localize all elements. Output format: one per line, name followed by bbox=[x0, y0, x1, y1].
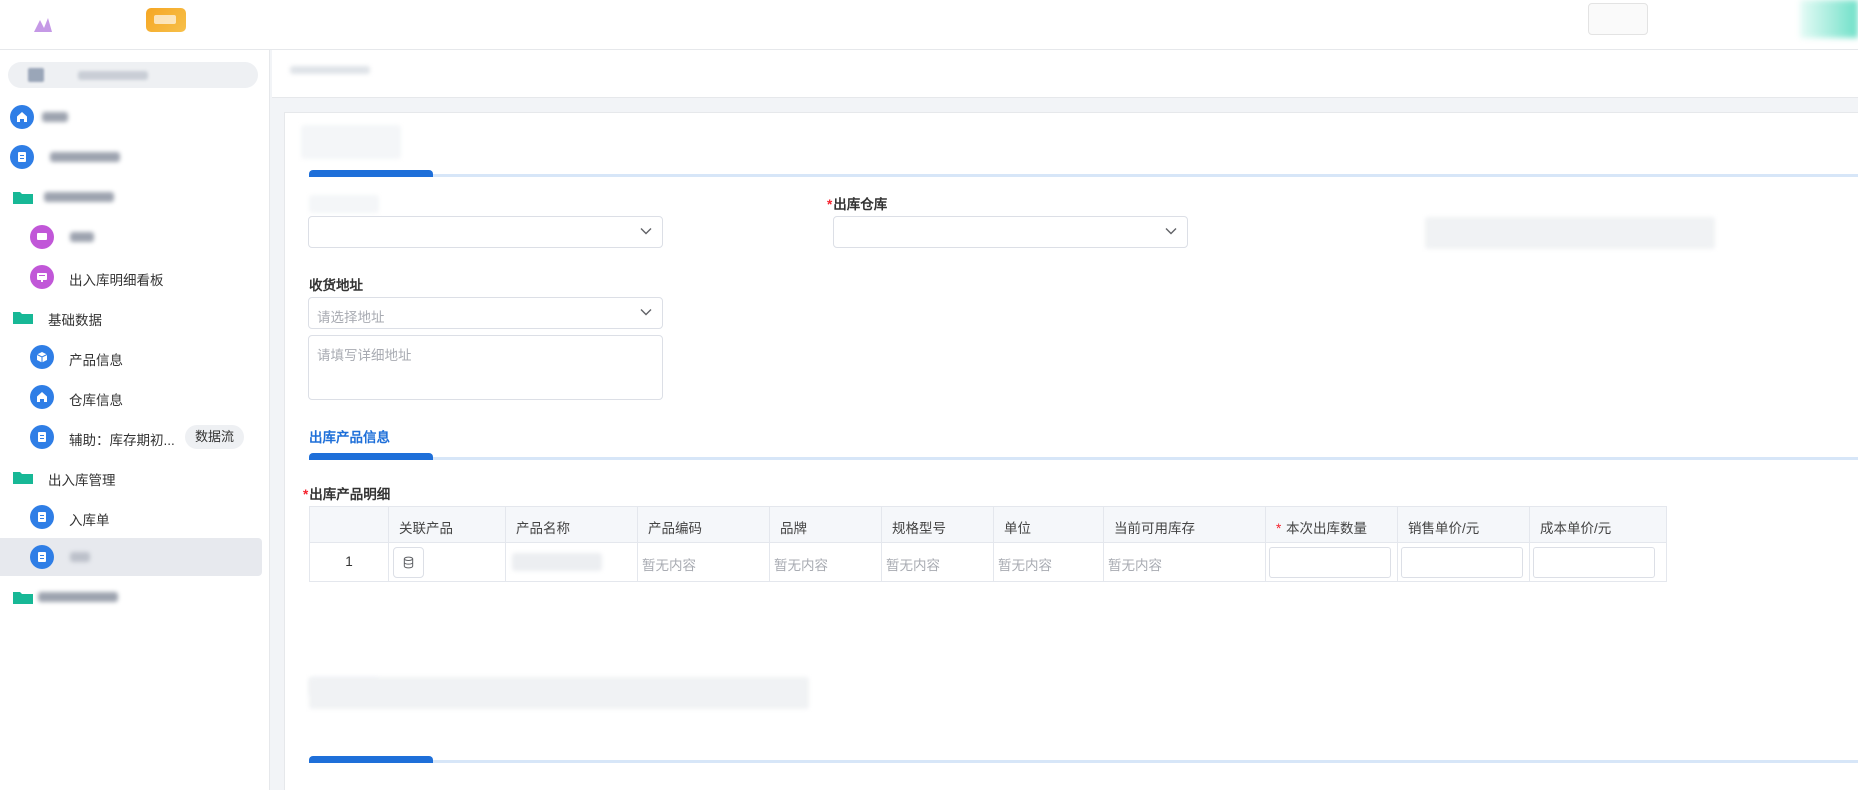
folder-icon bbox=[12, 469, 34, 485]
doc-icon bbox=[30, 505, 54, 529]
column-header: 品牌 bbox=[769, 507, 881, 542]
link-product-button[interactable] bbox=[393, 547, 424, 578]
unit-value: 暂无内容 bbox=[998, 558, 1052, 573]
chevron-down-icon bbox=[640, 309, 652, 316]
sidebar-item-inout-board[interactable]: 出入库明细看板 bbox=[0, 258, 262, 296]
product-name-cell bbox=[505, 543, 637, 581]
column-header: 规格型号 bbox=[881, 507, 993, 542]
product-code-value: 暂无内容 bbox=[642, 558, 696, 573]
column-header: * 本次出库数量 bbox=[1265, 507, 1397, 542]
address-select[interactable]: 请选择地址 bbox=[308, 297, 663, 329]
sidebar-group-label: 基础数据 bbox=[48, 313, 102, 328]
available-stock-value: 暂无内容 bbox=[1108, 558, 1162, 573]
chevron-down-icon bbox=[1165, 228, 1177, 235]
sidebar: 出入库明细看板 基础数据 产品信息 仓库信息 辅助：库存期初... 数据流 出入… bbox=[0, 50, 270, 790]
row-index: 1 bbox=[345, 554, 353, 569]
sidebar-group-label: 出入库管理 bbox=[48, 473, 116, 488]
folder-icon bbox=[12, 189, 34, 205]
breadcrumb bbox=[272, 50, 1858, 98]
app-logo-icon[interactable] bbox=[30, 12, 56, 38]
address-select-placeholder: 请选择地址 bbox=[317, 310, 385, 325]
sidebar-group-folder[interactable] bbox=[0, 178, 262, 216]
sale-price-input[interactable] bbox=[1401, 547, 1523, 578]
home-icon bbox=[30, 385, 54, 409]
sidebar-item-purple[interactable] bbox=[0, 218, 262, 256]
dataflow-tag[interactable]: 数据流 bbox=[185, 425, 245, 449]
brand-badge-icon bbox=[146, 8, 186, 32]
sidebar-group-basic-data[interactable]: 基础数据 bbox=[0, 298, 262, 336]
sidebar-group-inout-management[interactable]: 出入库管理 bbox=[0, 458, 262, 496]
home-icon bbox=[10, 105, 34, 129]
database-icon bbox=[403, 556, 414, 569]
sidebar-item-label: 产品信息 bbox=[69, 353, 123, 368]
sidebar-item-label: 仓库信息 bbox=[69, 393, 123, 408]
outbound-quantity-input[interactable] bbox=[1269, 547, 1391, 578]
top-right-control[interactable] bbox=[1588, 3, 1648, 35]
doc-icon bbox=[30, 545, 54, 569]
board-icon bbox=[30, 225, 54, 249]
user-avatar[interactable] bbox=[1800, 0, 1858, 38]
box-icon bbox=[30, 345, 54, 369]
column-header: 关联产品 bbox=[388, 507, 505, 542]
doc-icon bbox=[10, 145, 34, 169]
address-detail-placeholder: 请填写详细地址 bbox=[317, 348, 412, 363]
column-header: 当前可用库存 bbox=[1103, 507, 1265, 542]
table-row: 1 暂无内容 暂无内容 暂无内容 暂无内容 暂无内容 bbox=[309, 543, 1667, 582]
outbound-form-panel: *出库仓库 收货地址 请选择地址 请填写详细地址 出库产品信息 *出库产品明细 … bbox=[284, 112, 1858, 790]
folder-icon bbox=[12, 589, 34, 605]
brand-value: 暂无内容 bbox=[774, 558, 828, 573]
sidebar-item-product-info[interactable]: 产品信息 bbox=[0, 338, 262, 376]
products-detail-label: *出库产品明细 bbox=[303, 487, 391, 502]
sidebar-item-label: 出入库明细看板 bbox=[69, 273, 164, 288]
products-section-title: 出库产品信息 bbox=[309, 430, 390, 445]
chevron-down-icon bbox=[640, 228, 652, 235]
sidebar-group-folder[interactable] bbox=[0, 578, 262, 616]
spec-value: 暂无内容 bbox=[886, 558, 940, 573]
sidebar-item-label: 入库单 bbox=[69, 513, 110, 528]
sidebar-item-inventory-opening[interactable]: 辅助：库存期初... 数据流 bbox=[0, 418, 262, 456]
cost-price-input[interactable] bbox=[1533, 547, 1655, 578]
column-header: 产品名称 bbox=[505, 507, 637, 542]
board-icon bbox=[30, 265, 54, 289]
sidebar-search[interactable] bbox=[8, 62, 258, 88]
doc-icon bbox=[30, 425, 54, 449]
top-bar bbox=[0, 0, 1858, 50]
sidebar-item-home[interactable] bbox=[0, 98, 262, 136]
sidebar-item-outbound-order[interactable] bbox=[0, 538, 262, 576]
column-header: 单位 bbox=[993, 507, 1103, 542]
sidebar-item-inbound-order[interactable]: 入库单 bbox=[0, 498, 262, 536]
products-table-header: 关联产品 产品名称 产品编码 品牌 规格型号 单位 当前可用库存 * 本次出库数… bbox=[309, 506, 1667, 543]
column-header: 销售单价/元 bbox=[1397, 507, 1529, 542]
folder-icon bbox=[12, 309, 34, 325]
sidebar-item-label: 辅助：库存期初... bbox=[69, 433, 175, 448]
warehouse-select[interactable] bbox=[833, 216, 1188, 248]
address-detail-textarea[interactable]: 请填写详细地址 bbox=[308, 335, 663, 400]
sidebar-item-doc[interactable] bbox=[0, 138, 262, 176]
address-label: 收货地址 bbox=[309, 278, 363, 293]
column-header: 成本单价/元 bbox=[1529, 507, 1668, 542]
column-header: 产品编码 bbox=[637, 507, 769, 542]
sidebar-item-warehouse-info[interactable]: 仓库信息 bbox=[0, 378, 262, 416]
outbound-type-select[interactable] bbox=[308, 216, 663, 248]
warehouse-label: *出库仓库 bbox=[827, 197, 888, 212]
